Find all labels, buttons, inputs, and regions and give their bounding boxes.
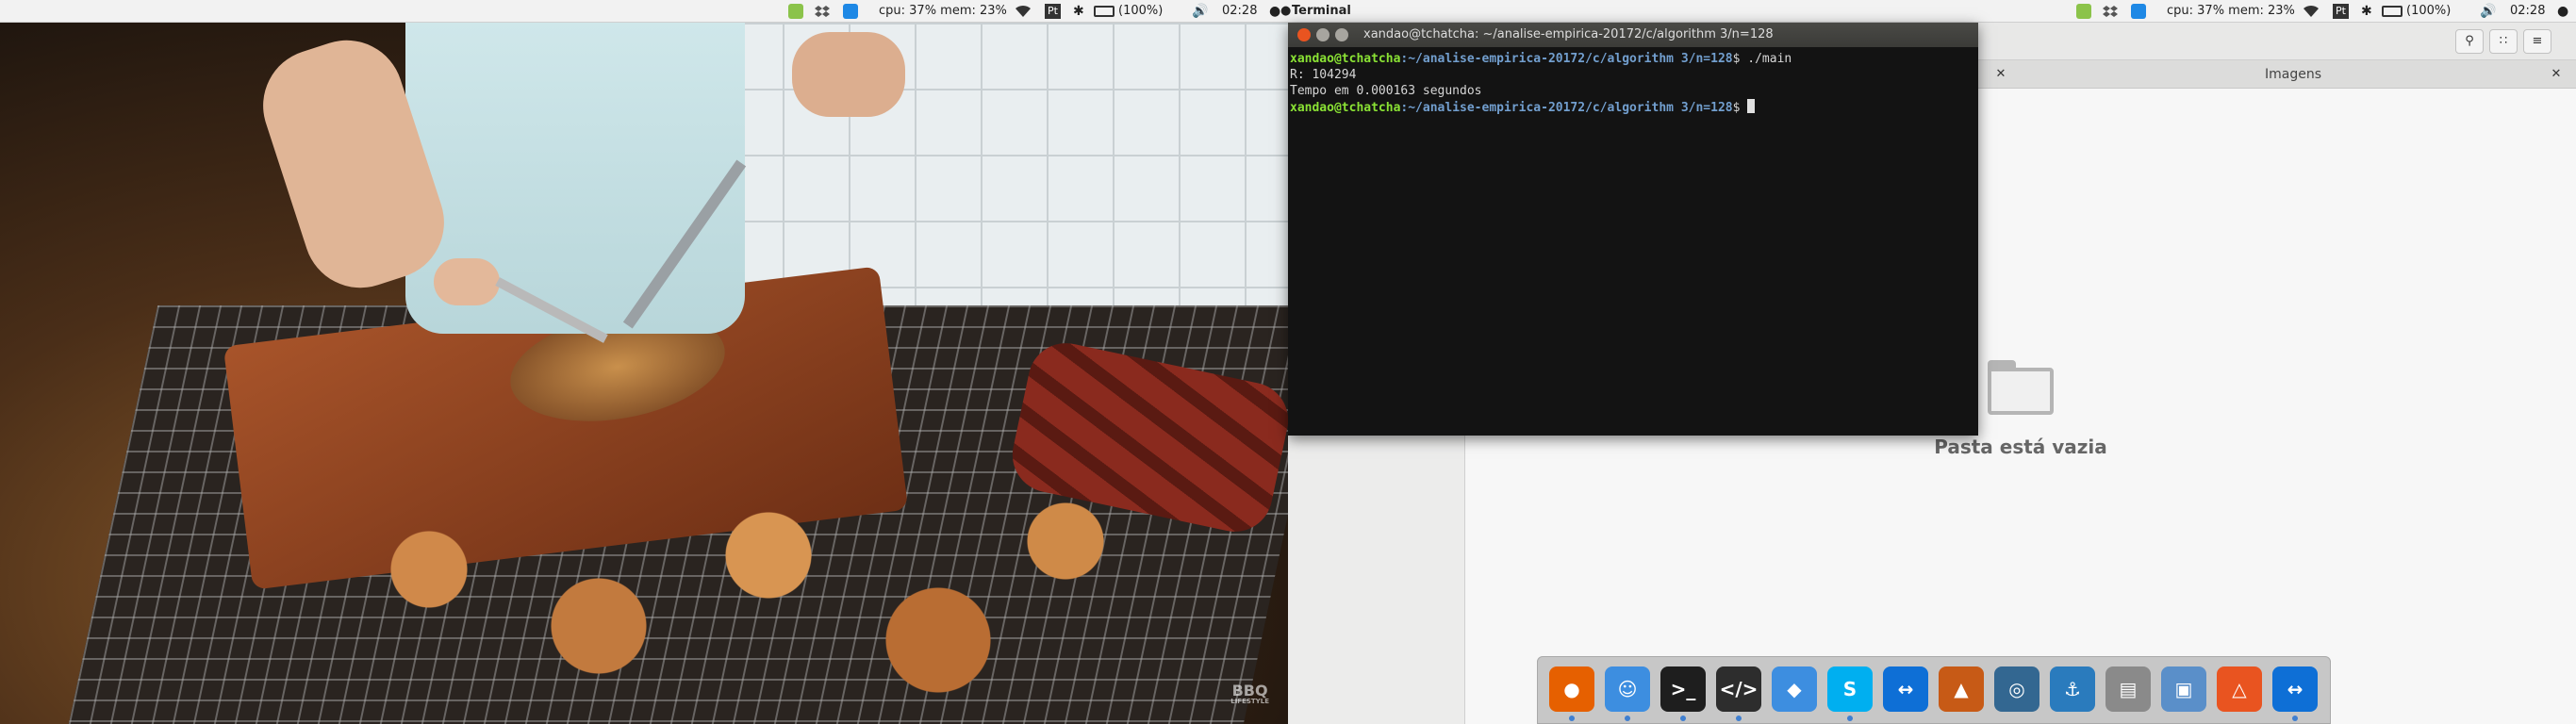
teamviewer-2-icon: ↔	[2287, 678, 2304, 700]
prompt-symbol: $	[1732, 101, 1741, 115]
hand-with-fork	[792, 32, 905, 117]
ubuntu-software-icon: △	[2232, 678, 2247, 700]
output-time: Tempo em 0.000163 segundos	[1290, 84, 1482, 98]
menu-button[interactable]: ≡	[2523, 29, 2551, 54]
search-button[interactable]: ⚲	[2455, 29, 2484, 54]
dock-item-virtualbox[interactable]: ▣	[2161, 666, 2206, 712]
empty-folder-message: Pasta está vazia	[1934, 436, 2107, 458]
firefox-icon: ●	[1563, 678, 1580, 700]
apple-icon[interactable]: ●	[2557, 0, 2568, 23]
active-app-apple-icon[interactable]: ●	[1280, 0, 1291, 23]
battery-icon[interactable]	[2382, 6, 2403, 17]
wifi-icon[interactable]	[2303, 4, 2319, 19]
mysql-workbench-icon: ⚓	[2064, 678, 2081, 700]
dock-item-skype[interactable]: S	[1827, 666, 1873, 712]
terminal-command: ./main	[1740, 52, 1792, 66]
prompt-user: xandao@tchatcha	[1290, 101, 1401, 115]
running-indicator	[1680, 716, 1686, 721]
watermark-line1: BBQ	[1231, 682, 1268, 699]
dock-item-matlab[interactable]: ▲	[1939, 666, 1984, 712]
clock[interactable]: 02:28	[1222, 0, 1257, 23]
disk-utility-icon: ▤	[2119, 678, 2138, 700]
minimize-window-button[interactable]	[1316, 28, 1329, 41]
view-grid-button[interactable]: ∷	[2489, 29, 2518, 54]
virtualbox-icon: ▣	[2174, 678, 2193, 700]
terminal-window[interactable]: xandao@tchatcha: ~/analise-empirica-2017…	[1288, 23, 1978, 436]
dropbox-icon[interactable]	[2103, 4, 2118, 19]
dock-item-ubuntu-software[interactable]: △	[2217, 666, 2262, 712]
terminal-title: xandao@tchatcha: ~/analise-empirica-2017…	[1363, 27, 1774, 41]
dropbox-icon[interactable]	[815, 4, 830, 19]
terminal-output[interactable]: xandao@tchatcha:~/analise-empirica-20172…	[1288, 47, 1978, 436]
battery-percent[interactable]: (100%)	[1118, 0, 1163, 23]
battery-icon[interactable]	[1094, 6, 1115, 17]
grilled-chitterlings	[302, 456, 1150, 724]
prompt-path: :~/analise-empirica-20172/c/algorithm 3/…	[1400, 101, 1733, 115]
tab-imagens[interactable]: Imagens	[2265, 60, 2321, 89]
close-window-button[interactable]	[1297, 28, 1311, 41]
code-editor-icon: </>	[1719, 678, 1759, 700]
maximize-window-button[interactable]	[1335, 28, 1348, 41]
keyboard-layout-indicator[interactable]: Pt	[1045, 4, 1061, 19]
wallpaper-photo: BBQ LIFESTYLE	[0, 23, 1288, 724]
teamviewer-icon[interactable]	[843, 4, 858, 19]
dock-item-firefox[interactable]: ●	[1549, 666, 1594, 712]
prompt-line-2[interactable]: xandao@tchatcha:~/analise-empirica-20172…	[1290, 99, 1756, 115]
dropbox-icon: ◆	[1787, 678, 1802, 700]
green-status-icon[interactable]	[788, 4, 803, 19]
prompt-line-1: xandao@tchatcha:~/analise-empirica-20172…	[1290, 52, 1792, 66]
keyboard-layout-indicator[interactable]: Pt	[2333, 4, 2349, 19]
skype-icon: S	[1842, 678, 1858, 700]
running-indicator	[1625, 716, 1630, 721]
tab-close-button-2[interactable]: ✕	[2548, 66, 2565, 83]
green-status-icon[interactable]	[2076, 4, 2091, 19]
left-screen: BBQ LIFESTYLE cpu: 37% mem: 23% Pt ✱ (10…	[0, 0, 1288, 724]
postgresql-icon: ◎	[2008, 678, 2025, 700]
dock: ● ☺ >_ </> ◆ S ↔ ▲ ◎ ⚓ ▤ ▣ △ ↔	[1537, 656, 2331, 724]
wifi-icon[interactable]	[1015, 4, 1031, 19]
bluetooth-icon[interactable]: ✱	[1073, 0, 1084, 23]
bluetooth-icon[interactable]: ✱	[2361, 0, 2372, 23]
terminal-icon: >_	[1670, 678, 1696, 700]
finder-icon: ☺	[1617, 678, 1638, 700]
volume-icon[interactable]: 🔊	[1192, 0, 1208, 23]
tab-close-button-1[interactable]: ✕	[1992, 66, 2009, 83]
terminal-titlebar[interactable]: xandao@tchatcha: ~/analise-empirica-2017…	[1288, 23, 1978, 47]
top-panel-right: cpu: 37% mem: 23% Pt ✱ (100%) 🔊 02:28 ●	[1288, 0, 2576, 23]
teamviewer-icon: ↔	[1897, 678, 1914, 700]
top-panel-left: cpu: 37% mem: 23% Pt ✱ (100%) 🔊 02:28 ●	[0, 0, 1288, 23]
running-indicator	[1736, 716, 1742, 721]
battery-percent[interactable]: (100%)	[2406, 0, 2451, 23]
dock-item-terminal[interactable]: >_	[1660, 666, 1706, 712]
dock-item-disk-utility[interactable]: ▤	[2105, 666, 2151, 712]
dock-item-code-editor[interactable]: </>	[1716, 666, 1761, 712]
dock-item-teamviewer[interactable]: ↔	[1883, 666, 1928, 712]
dock-item-finder[interactable]: ☺	[1605, 666, 1650, 712]
watermark: BBQ LIFESTYLE	[1230, 682, 1269, 706]
output-result: R: 104294	[1290, 68, 1357, 82]
dock-item-teamviewer-2[interactable]: ↔	[2272, 666, 2318, 712]
running-indicator	[2292, 716, 2298, 721]
teamviewer-icon[interactable]	[2131, 4, 2146, 19]
prompt-user: xandao@tchatcha	[1290, 52, 1401, 66]
prompt-path: :~/analise-empirica-20172/c/algorithm 3/…	[1400, 52, 1733, 66]
active-app-name[interactable]: Terminal	[1292, 0, 1351, 23]
matlab-icon: ▲	[1954, 678, 1969, 700]
watermark-line2: LIFESTYLE	[1230, 698, 1269, 705]
dock-item-postgresql[interactable]: ◎	[1994, 666, 2039, 712]
empty-folder-icon	[1988, 360, 2054, 415]
apple-icon[interactable]: ●	[1269, 0, 1280, 23]
cpu-mem-indicator[interactable]: cpu: 37% mem: 23%	[879, 0, 1007, 23]
cpu-mem-indicator[interactable]: cpu: 37% mem: 23%	[2167, 0, 2295, 23]
volume-icon[interactable]: 🔊	[2480, 0, 2496, 23]
text-cursor	[1747, 99, 1756, 113]
hand	[434, 258, 500, 305]
dock-item-dropbox[interactable]: ◆	[1772, 666, 1817, 712]
clock[interactable]: 02:28	[2510, 0, 2545, 23]
dock-item-mysql-workbench[interactable]: ⚓	[2050, 666, 2095, 712]
running-indicator	[1847, 716, 1853, 721]
running-indicator	[1569, 716, 1575, 721]
